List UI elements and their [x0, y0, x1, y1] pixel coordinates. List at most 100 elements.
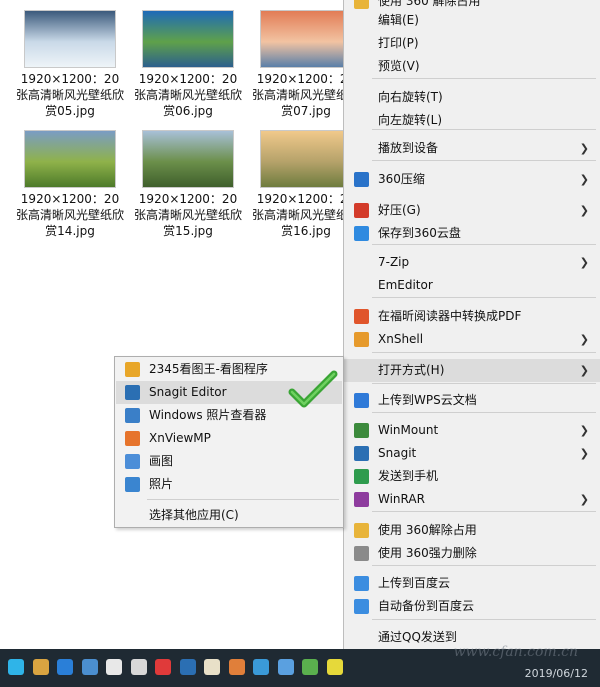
snagit-editor-icon [125, 385, 140, 400]
submenu-item-label: 选择其他应用(C) [149, 508, 239, 522]
menu-item[interactable]: 自动备份到百度云 [344, 595, 600, 618]
menu-separator [372, 511, 596, 512]
menu-separator [372, 160, 596, 161]
baidu-backup-icon [354, 599, 369, 614]
chart-tray-icon[interactable] [302, 659, 318, 675]
menu-item[interactable]: EmEditor [344, 274, 600, 297]
menu-separator [372, 565, 596, 566]
submenu-separator [147, 499, 339, 500]
chevron-right-icon: ❯ [579, 256, 589, 269]
menu-item[interactable]: WinRAR ❯ [344, 488, 600, 511]
menu-item[interactable]: 上传到WPS云文档 [344, 389, 600, 412]
wps-icon [354, 393, 369, 408]
chevron-right-icon: ❯ [579, 493, 589, 506]
cloud-sync-icon[interactable] [106, 659, 122, 675]
tools-icon[interactable] [32, 659, 49, 675]
calculator-icon[interactable] [81, 659, 98, 675]
menu-separator [372, 352, 596, 353]
volume-icon[interactable] [130, 659, 147, 675]
menu-item-label: 360压缩 [378, 172, 425, 186]
menu-item[interactable]: 打印(P) [344, 32, 600, 55]
winrar-icon [354, 492, 369, 507]
menu-item[interactable]: 发送到手机 [344, 465, 600, 488]
file-item[interactable]: 1920×1200：20张高清晰风光壁纸欣赏06.jpg [132, 8, 244, 119]
menu-separator [372, 78, 596, 79]
file-item[interactable]: 1920×1200：20张高清晰风光壁纸欣赏14.jpg [14, 128, 126, 239]
menu-item[interactable]: 保存到360云盘 [344, 222, 600, 245]
menu-item[interactable]: 好压(G) ❯ [344, 199, 600, 222]
menu-item[interactable]: XnShell ❯ [344, 328, 600, 351]
submenu-item-label: 画图 [149, 454, 174, 468]
file-thumbnail [142, 10, 234, 68]
pdf-icon [354, 309, 369, 324]
file-item[interactable]: 1920×1200：20张高清晰风光壁纸欣赏15.jpg [132, 128, 244, 239]
menu-item-label: 上传到WPS云文档 [378, 393, 477, 407]
menu-item[interactable]: 预览(V) [344, 55, 600, 78]
menu-item-label: WinRAR [378, 492, 425, 506]
paint-icon [125, 454, 140, 469]
menu-item[interactable]: 播放到设备 ❯ [344, 137, 600, 160]
menu-separator [372, 412, 596, 413]
photos-icon [125, 477, 140, 492]
menu-item-label: 7-Zip [378, 255, 410, 269]
xnview-icon [125, 431, 140, 446]
menu-item-label: EmEditor [378, 278, 433, 292]
haozip-icon [354, 203, 369, 218]
file-name: 1920×1200：20张高清晰风光壁纸欣赏14.jpg [15, 192, 124, 238]
menu-item-label: 打开方式(H) [378, 363, 445, 377]
menu-item[interactable]: 上传到百度云 [344, 572, 600, 595]
lock-icon [354, 0, 369, 9]
menu-item-label: 上传到百度云 [378, 576, 451, 590]
menu-item[interactable]: 使用 360强力删除 [344, 542, 600, 565]
snagit-icon [354, 446, 369, 461]
chevron-right-icon: ❯ [579, 173, 589, 186]
submenu-item-label: 照片 [149, 477, 174, 491]
compress-icon [354, 172, 369, 187]
menu-item-label: 好压(G) [378, 203, 421, 217]
submenu-item[interactable]: 照片 [116, 473, 342, 496]
menu-separator [372, 129, 596, 130]
menu-separator [372, 383, 596, 384]
menu-item[interactable]: Snagit ❯ [344, 442, 600, 465]
winmount-icon [354, 423, 369, 438]
xnshell-icon [354, 332, 369, 347]
clock-icon[interactable] [8, 659, 24, 675]
shield-tray-icon[interactable] [326, 659, 343, 675]
taskbar-date: 2019/06/12 [524, 667, 588, 680]
file-thumbnail [24, 130, 116, 188]
menu-item[interactable]: 编辑(E) [344, 9, 600, 32]
image-tray-icon[interactable] [253, 659, 269, 675]
chevron-right-icon: ❯ [579, 204, 589, 217]
menu-item[interactable]: 360压缩 ❯ [344, 168, 600, 191]
menu-item[interactable]: 向右旋转(T) [344, 86, 600, 109]
menu-item-label: 编辑(E) [378, 13, 419, 27]
photo-viewer-icon [125, 408, 140, 423]
cloud-icon [354, 226, 369, 241]
menu-item[interactable]: 在福昕阅读器中转换成PDF [344, 305, 600, 328]
search-tray-icon[interactable] [228, 659, 245, 675]
context-menu: 使用 360 解除占用 编辑(E) 打印(P) 预览(V) 向右旋转(T) 向左旋转(L)… [343, 0, 600, 660]
file-item[interactable]: 1920×1200：20张高清晰风光壁纸欣赏05.jpg [14, 8, 126, 119]
menu-item[interactable]: 7-Zip ❯ [344, 251, 600, 274]
ie-icon[interactable] [57, 659, 73, 675]
submenu-item-label: 2345看图王-看图程序 [149, 362, 268, 376]
file-thumbnail [260, 10, 352, 68]
menu-item-label: Snagit [378, 446, 417, 460]
unlock-icon [354, 523, 369, 538]
menu-item[interactable]: 使用 360解除占用 [344, 519, 600, 542]
chevron-right-icon: ❯ [579, 447, 589, 460]
menu-item-label: 自动备份到百度云 [378, 599, 475, 613]
submenu-item[interactable]: 画图 [116, 450, 342, 473]
snagit-tray-icon[interactable] [179, 659, 196, 675]
submenu-item-label: XnViewMP [149, 431, 211, 445]
weibo-icon[interactable] [155, 659, 171, 675]
submenu-item[interactable]: 选择其他应用(C) [116, 504, 342, 527]
phone-icon [354, 469, 369, 484]
pen-tray-icon[interactable] [277, 659, 294, 675]
submenu-item[interactable]: XnViewMP [116, 427, 342, 450]
chevron-right-icon: ❯ [579, 424, 589, 437]
menu-item[interactable]: 打开方式(H) ❯ [344, 359, 600, 382]
note-icon[interactable] [204, 659, 220, 675]
menu-item[interactable]: WinMount ❯ [344, 419, 600, 442]
file-thumbnail [260, 130, 352, 188]
